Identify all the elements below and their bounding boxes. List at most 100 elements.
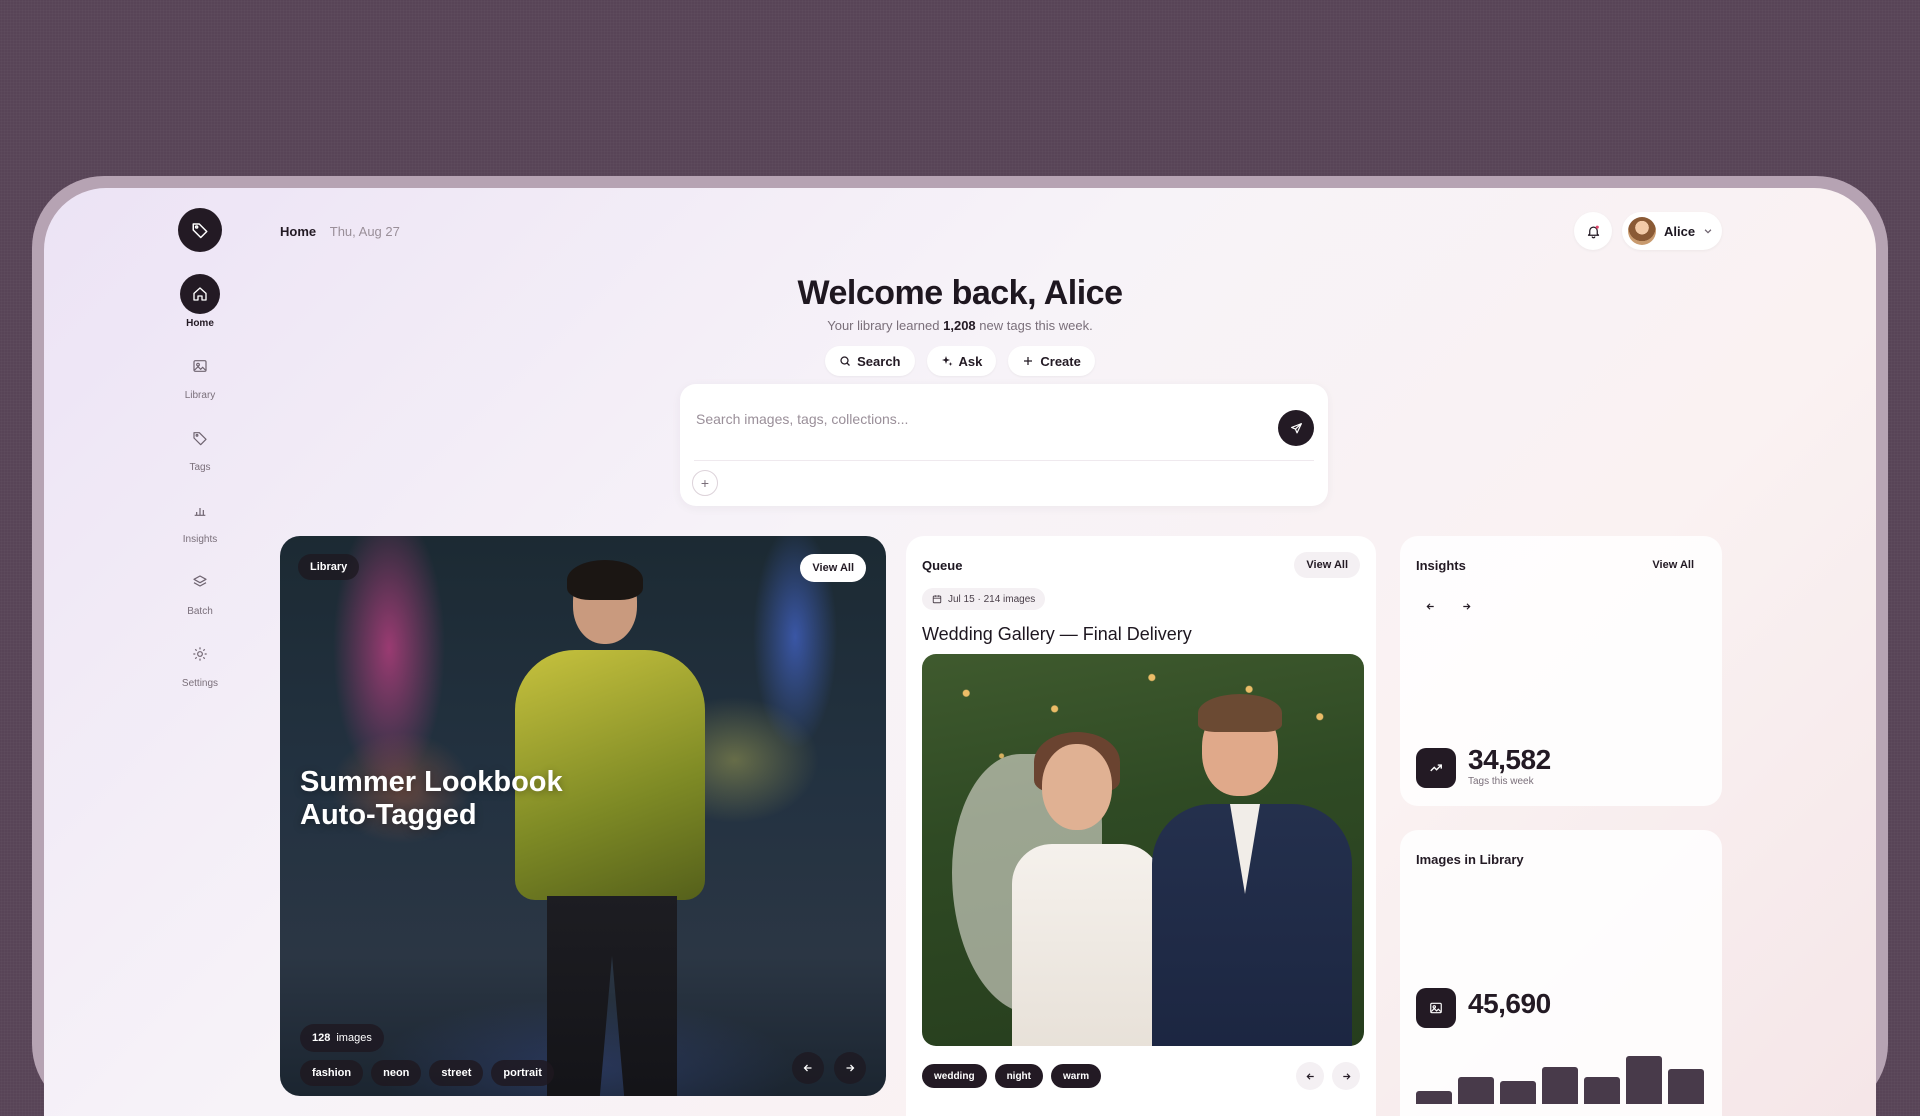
arrow-left-icon [1425,602,1434,610]
images-card: Images in Library 45,690 [1400,830,1722,1116]
app-logo[interactable] [178,208,222,252]
tag-chip[interactable]: neon [371,1060,422,1086]
divider [694,460,1314,461]
arrow-right-icon [1462,602,1471,610]
sidebar-item-insights[interactable]: Insights [150,490,250,545]
library-card-title: Summer Lookbook Auto-Tagged [300,766,600,832]
insights-pager [1416,592,1480,620]
gallery-title[interactable]: Wedding Gallery — Final Delivery [922,624,1192,645]
sidebar-item-label: Settings [181,678,219,689]
sidebar-item-settings[interactable]: Settings [150,634,250,689]
trend-badge [1416,748,1456,788]
subtitle-text: new tags this week. [979,318,1093,333]
device-frame: Home Library Tags Insights Batch Setting… [32,176,1888,1116]
create-action-label: Create [1040,353,1081,369]
tag-chip[interactable]: portrait [491,1060,554,1086]
breadcrumb-home[interactable]: Home [280,224,316,239]
trend-up-icon [1430,764,1442,772]
arrow-right-icon [846,1064,855,1072]
search-action-button[interactable]: Search [825,346,915,376]
search-panel: + [680,384,1328,506]
user-menu[interactable]: Alice [1622,212,1722,250]
images-bar-chart [1416,1044,1706,1104]
queue-meta: Jul 15 · 214 images [922,588,1046,610]
library-prev-button[interactable] [792,1052,824,1084]
calendar-icon [932,595,942,604]
subtitle-text: Your library learned [827,318,940,333]
sidebar-item-tags[interactable]: Tags [150,418,250,473]
tag-logo-icon [192,223,208,239]
user-name: Alice [1664,223,1696,239]
sidebar-item-batch[interactable]: Batch [150,562,250,617]
chart-bar [1542,1067,1578,1104]
queue-meta-text: Jul 15 · 214 images [948,593,1036,605]
library-view-all-button[interactable]: View All [800,554,866,582]
insights-card: Insights View All 34,582 Tags this week [1400,536,1722,806]
chart-bar [1584,1077,1620,1104]
gallery-photo[interactable] [922,654,1364,1046]
image-icon [1430,1002,1442,1014]
library-next-button[interactable] [834,1052,866,1084]
photo-subject [1152,694,1352,1046]
notifications-button[interactable] [1574,212,1612,250]
breadcrumb: Home Thu, Aug 27 [280,224,400,239]
image-count-badge: 128 images [300,1024,384,1052]
chevron-down-icon [1704,229,1712,234]
sparkle-icon [941,356,953,366]
avatar [1628,217,1656,245]
tag-chip[interactable]: wedding [922,1064,987,1088]
bell-icon [1587,225,1599,238]
send-button[interactable] [1278,410,1314,446]
library-tags: fashion neon street portrait [300,1060,554,1086]
sidebar-item-label: Insights [182,534,218,545]
app-screen: Home Library Tags Insights Batch Setting… [44,188,1876,1116]
chart-bar [1500,1081,1536,1104]
queue-title: Queue [922,558,963,573]
queue-next-button[interactable] [1332,1062,1360,1090]
plus-icon [1024,357,1033,365]
queue-view-all-button[interactable]: View All [1294,552,1360,578]
send-icon [1290,422,1302,433]
queue-tags: wedding night warm [922,1064,1102,1088]
images-value: 45,690 [1468,988,1551,1019]
tag-icon [193,432,207,446]
library-card[interactable]: Library View All Summer Lookbook Auto-Ta… [280,536,886,1096]
queue-prev-button[interactable] [1296,1062,1324,1090]
chart-bar [1416,1091,1452,1104]
insights-view-all-button[interactable]: View All [1640,552,1706,578]
sidebar-item-label: Batch [187,606,213,617]
image-badge [1416,988,1456,1028]
quick-actions: Search Ask Create [44,346,1876,376]
tag-chip[interactable]: night [994,1064,1043,1088]
image-count-unit: images [336,1032,372,1044]
queue-card: Queue View All Jul 15 · 214 images Weddi… [906,536,1376,1116]
gear-icon [193,647,207,661]
layers-icon [193,575,207,587]
page-title: Welcome back, Alice [797,274,1124,312]
search-icon [840,356,851,366]
create-action-button[interactable]: Create [1008,346,1095,376]
insights-prev-button[interactable] [1416,592,1444,620]
sidebar-item-label: Tags [189,462,211,473]
insights-title: Insights [1416,558,1466,573]
chart-bar [1626,1056,1662,1104]
search-input[interactable] [694,404,1254,434]
title-line: Summer Lookbook [300,766,563,798]
insights-value: 34,582 [1468,744,1551,775]
tag-chip[interactable]: fashion [300,1060,364,1086]
attach-button[interactable]: + [692,470,718,496]
chart-bar [1458,1077,1494,1104]
search-action-label: Search [857,353,901,369]
tag-chip[interactable]: warm [1051,1064,1102,1088]
subtitle-count: 1,208 [943,318,976,333]
breadcrumb-date: Thu, Aug 27 [329,224,400,239]
ask-action-label: Ask [958,353,983,369]
arrow-left-icon [803,1064,812,1072]
insights-next-button[interactable] [1452,592,1480,620]
images-title: Images in Library [1416,852,1524,867]
plus-icon: + [700,475,710,491]
ask-action-button[interactable]: Ask [926,346,997,376]
tag-chip[interactable]: street [429,1060,484,1086]
bar-chart-icon [194,508,206,516]
title-line: Auto-Tagged [300,799,477,831]
